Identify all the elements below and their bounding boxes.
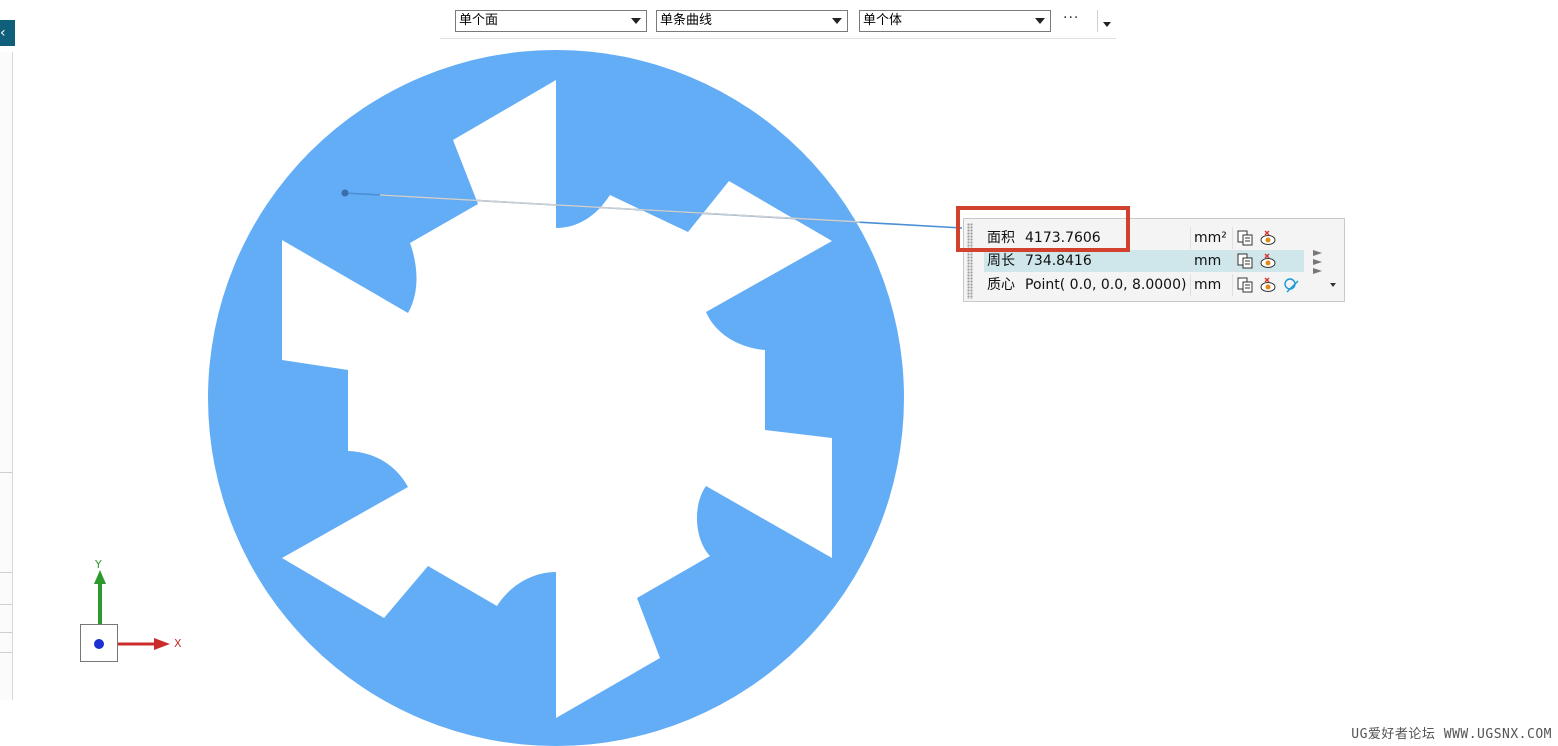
show-icon[interactable] — [1260, 277, 1276, 293]
y-axis-label: Y — [95, 558, 102, 571]
measure-row-centroid[interactable]: 质心 Point( 0.0, 0.0, 8.0000) mm — [984, 274, 1304, 296]
centroid-value: Point( 0.0, 0.0, 8.0000) — [1025, 277, 1187, 293]
graphics-viewport[interactable] — [0, 0, 1558, 746]
copy-icon[interactable] — [1237, 277, 1253, 293]
centroid-unit: mm — [1194, 277, 1222, 293]
copy-icon[interactable] — [1237, 230, 1253, 246]
expand-arrows-icon[interactable] — [1313, 249, 1325, 275]
x-axis-label: X — [174, 637, 182, 650]
point-icon[interactable] — [1283, 277, 1299, 293]
perimeter-label: 周长 — [987, 253, 1015, 269]
chevron-down-icon[interactable] — [1330, 283, 1336, 287]
cell-divider — [1190, 274, 1191, 296]
watermark: UG爱好者论坛 WWW.UGSNX.COM — [1351, 727, 1552, 742]
wcs-triad: Y X — [60, 556, 200, 668]
perimeter-unit: mm — [1194, 253, 1222, 269]
anchor-point[interactable] — [341, 189, 349, 197]
cell-divider — [1190, 250, 1191, 272]
cell-divider — [1232, 227, 1233, 249]
show-icon[interactable] — [1260, 230, 1276, 246]
origin-point — [94, 639, 104, 649]
cell-divider — [1190, 227, 1191, 249]
copy-icon[interactable] — [1237, 253, 1253, 269]
cell-divider — [1232, 250, 1233, 272]
area-unit: mm² — [1194, 230, 1227, 246]
measure-row-perimeter[interactable]: 周长 734.8416 mm — [984, 250, 1304, 272]
selected-face[interactable] — [208, 50, 904, 746]
annotation-highlight-box — [956, 206, 1130, 252]
cell-divider — [1232, 274, 1233, 296]
perimeter-value: 734.8416 — [1025, 253, 1092, 269]
show-icon[interactable] — [1260, 253, 1276, 269]
centroid-label: 质心 — [987, 277, 1015, 293]
